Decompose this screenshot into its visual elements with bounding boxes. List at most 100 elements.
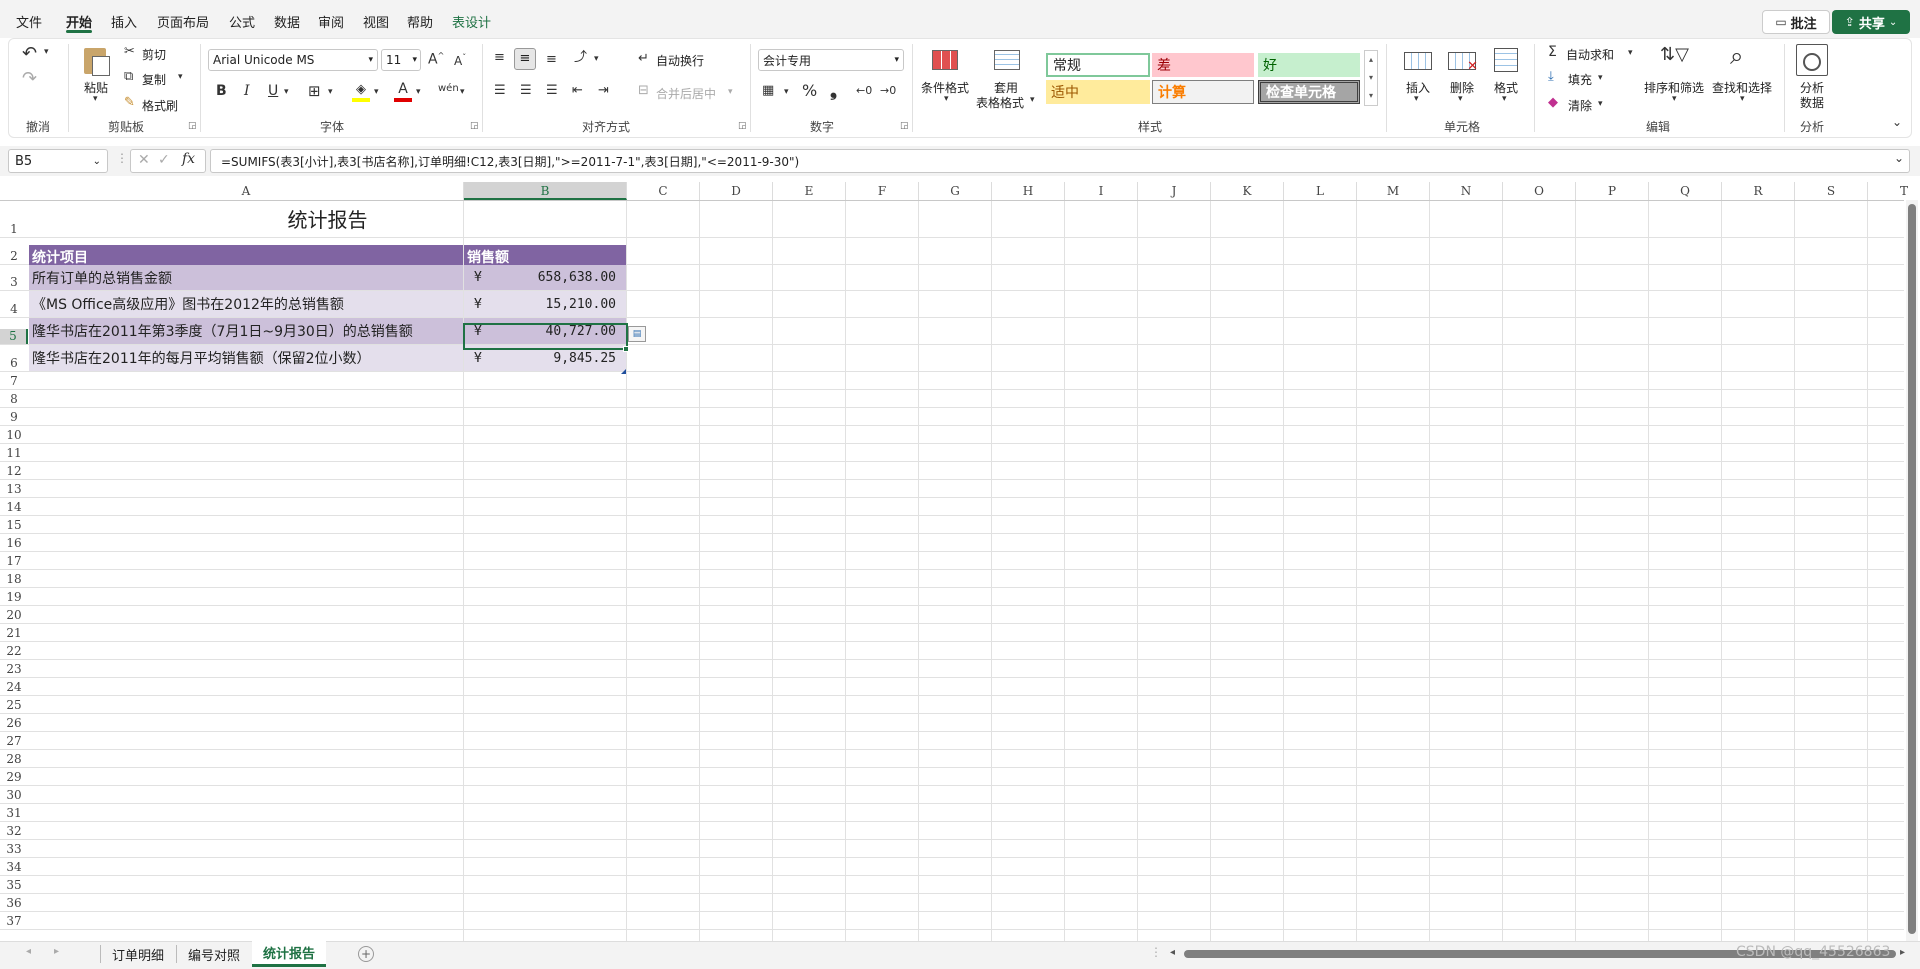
column-header[interactable]: K <box>1211 182 1284 200</box>
chevron-down-icon[interactable]: ▾ <box>328 88 333 97</box>
column-header[interactable]: Q <box>1649 182 1722 200</box>
chevron-down-icon[interactable]: ▾ <box>784 88 789 97</box>
insert-function-button[interactable]: fx <box>182 152 195 166</box>
chevron-down-icon[interactable]: ▾ <box>1598 74 1603 83</box>
row-header[interactable]: 25 <box>0 698 28 713</box>
sort-filter-icon[interactable]: ⇅▽ <box>1660 46 1689 64</box>
format-painter-icon[interactable]: ✎ <box>124 96 135 109</box>
wrap-text-button[interactable]: 自动换行 <box>656 52 704 69</box>
report-amount-cell[interactable]: ¥15,210.00 <box>464 291 626 317</box>
row-header[interactable]: 36 <box>0 896 28 911</box>
undo-icon[interactable]: ↶ <box>22 45 37 63</box>
menu-table-design[interactable]: 表设计 <box>452 12 491 31</box>
autofill-options-icon[interactable]: ▤ <box>628 326 646 342</box>
style-good[interactable]: 好 <box>1258 53 1360 77</box>
fill-down-icon[interactable]: ⤓ <box>1548 70 1554 83</box>
row-header[interactable]: 31 <box>0 806 28 821</box>
column-header[interactable]: P <box>1576 182 1649 200</box>
chevron-down-icon[interactable]: ▾ <box>460 88 465 97</box>
menu-view[interactable]: 视图 <box>363 12 389 31</box>
styles-scroll[interactable]: ▴ ▾ ▾ <box>1364 50 1378 106</box>
cancel-icon[interactable]: ✕ <box>138 153 150 167</box>
row-header[interactable]: 35 <box>0 878 28 893</box>
confirm-icon[interactable]: ✓ <box>158 153 170 167</box>
row-header[interactable]: 21 <box>0 626 28 641</box>
currency-icon[interactable]: ▦ <box>762 84 774 97</box>
row-header[interactable]: 26 <box>0 716 28 731</box>
dialog-launcher-icon[interactable]: ◲ <box>470 121 479 131</box>
underline-button[interactable]: U <box>268 84 278 98</box>
paste-icon[interactable] <box>80 44 114 78</box>
row-header[interactable]: 20 <box>0 608 28 623</box>
search-icon[interactable]: ⌕ <box>1730 44 1743 68</box>
style-check-cell[interactable]: 检查单元格 <box>1258 80 1360 104</box>
dialog-launcher-icon[interactable]: ◲ <box>738 121 747 131</box>
chevron-down-icon[interactable]: ▾ <box>416 88 421 97</box>
sheet-tab-stats-report[interactable]: 统计报告 <box>252 941 326 967</box>
clear-button[interactable]: 清除 <box>1568 97 1592 114</box>
fill-color-icon[interactable]: ◈ <box>352 82 370 102</box>
column-header[interactable]: S <box>1795 182 1868 200</box>
align-right-icon[interactable]: ☰ <box>546 84 558 97</box>
row-header[interactable]: 6 <box>0 356 28 371</box>
chevron-down-icon[interactable]: ▾ <box>374 88 379 97</box>
hscroll-left-icon[interactable]: ◂ <box>1170 948 1175 958</box>
column-header[interactable]: L <box>1284 182 1357 200</box>
chevron-down-icon[interactable]: ▾ <box>1598 100 1603 109</box>
formula-input[interactable]: =SUMIFS(表3[小计],表3[书店名称],订单明细!C12,表3[日期],… <box>210 149 1910 173</box>
chevron-down-icon[interactable]: ▾ <box>44 48 49 57</box>
table-format-label-2[interactable]: 表格格式 <box>976 94 1024 111</box>
chevron-down-icon[interactable]: ▾ <box>284 88 289 97</box>
column-header[interactable]: G <box>919 182 992 200</box>
column-header[interactable]: O <box>1503 182 1576 200</box>
copy-icon[interactable]: ⧉ <box>124 70 133 83</box>
row-header[interactable]: 7 <box>0 374 28 389</box>
table-format-icon[interactable] <box>992 46 1022 74</box>
style-bad[interactable]: 差 <box>1152 53 1254 77</box>
menu-home[interactable]: 开始 <box>66 12 93 33</box>
chevron-down-icon[interactable]: ▾ <box>1030 96 1035 105</box>
style-calculation[interactable]: 计算 <box>1152 80 1254 104</box>
column-header[interactable]: I <box>1065 182 1138 200</box>
add-sheet-icon[interactable]: + <box>358 946 374 962</box>
comma-icon[interactable]: ❟ <box>830 82 837 100</box>
chevron-down-icon[interactable]: ▾ <box>1414 95 1419 104</box>
italic-button[interactable]: I <box>244 84 250 98</box>
row-header[interactable]: 11 <box>0 446 28 461</box>
row-header[interactable]: 9 <box>0 410 28 425</box>
decrease-decimal-icon[interactable]: →0 <box>880 85 896 96</box>
chevron-down-icon[interactable]: ▾ <box>1672 95 1677 104</box>
cut-button[interactable]: 剪切 <box>142 46 166 63</box>
report-item-cell[interactable]: 《MS Office高级应用》图书在2012年的总销售额 <box>29 291 463 317</box>
chevron-down-icon[interactable]: ▾ <box>1458 95 1463 104</box>
align-left-icon[interactable]: ☰ <box>494 84 506 97</box>
chevron-down-icon[interactable]: ▾ <box>728 88 733 97</box>
fill-handle[interactable] <box>623 346 629 352</box>
row-header[interactable]: 15 <box>0 518 28 533</box>
report-item-cell[interactable]: 所有订单的总销售金额 <box>29 265 463 290</box>
menu-data[interactable]: 数据 <box>274 12 300 31</box>
row-header[interactable]: 32 <box>0 824 28 839</box>
expand-formula-icon[interactable]: ⌄ <box>1894 152 1904 164</box>
align-bottom-icon[interactable]: ≡ <box>546 53 557 66</box>
column-header[interactable]: H <box>992 182 1065 200</box>
analyze-data-label-2[interactable]: 数据 <box>1800 94 1824 111</box>
merge-icon[interactable]: ⊟ <box>638 84 649 97</box>
conditional-format-icon[interactable] <box>930 46 960 74</box>
column-header[interactable]: T <box>1868 182 1920 200</box>
menu-file[interactable]: 文件 <box>16 12 42 31</box>
align-top-icon[interactable]: ≡ <box>494 51 505 64</box>
bold-button[interactable]: B <box>216 84 227 98</box>
style-neutral[interactable]: 适中 <box>1046 80 1150 104</box>
row-header[interactable]: 22 <box>0 644 28 659</box>
font-size-select[interactable]: 11 ▾ <box>381 49 421 71</box>
row-header[interactable]: 12 <box>0 464 28 479</box>
collapse-ribbon-icon[interactable]: ⌄ <box>1892 116 1902 128</box>
delete-cells-icon[interactable]: ✕ <box>1446 46 1478 74</box>
row-header[interactable]: 2 <box>0 249 28 264</box>
tab-scroll-left-icon[interactable]: ◂ <box>26 947 31 957</box>
row-header[interactable]: 18 <box>0 572 28 587</box>
chevron-down-icon[interactable]: ▾ <box>944 95 949 104</box>
chevron-down-icon[interactable]: ▾ <box>594 55 599 64</box>
sheet-tab-id-lookup[interactable]: 编号对照 <box>178 941 250 967</box>
